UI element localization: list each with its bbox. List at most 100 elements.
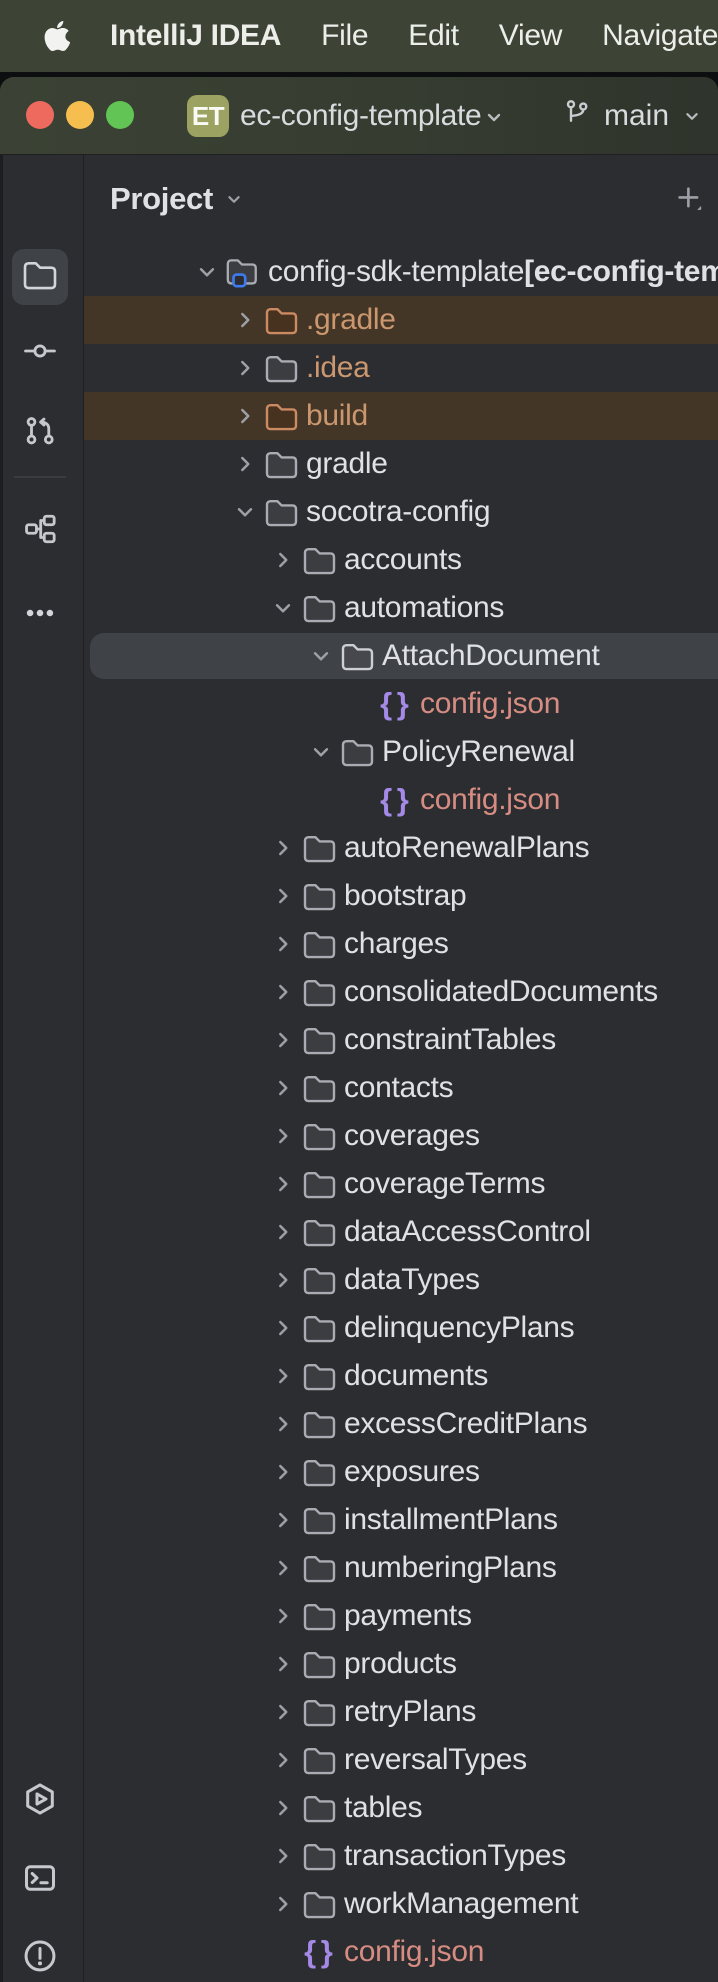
zoom-window-button[interactable] — [106, 101, 134, 129]
menu-item-file[interactable]: File — [321, 19, 368, 53]
chevron-right-icon[interactable] — [264, 1315, 302, 1341]
chevron-right-icon[interactable] — [264, 883, 302, 909]
vcs-branch-widget[interactable]: main — [562, 77, 703, 155]
tree-row-bootstrap[interactable]: bootstrap — [84, 872, 718, 920]
tree-row-datatypes[interactable]: dataTypes — [84, 1256, 718, 1304]
chevron-right-icon[interactable] — [264, 1747, 302, 1773]
chevron-right-icon[interactable] — [264, 1411, 302, 1437]
tree-row-label: documents — [344, 1359, 488, 1393]
chevron-right-icon[interactable] — [264, 547, 302, 573]
pull-requests-tool-button[interactable] — [12, 405, 68, 461]
chevron-right-icon[interactable] — [264, 1795, 302, 1821]
chevron-right-icon[interactable] — [264, 931, 302, 957]
panel-title[interactable]: Project — [110, 181, 213, 217]
chevron-right-icon[interactable] — [264, 1891, 302, 1917]
project-avatar-badge[interactable]: ET — [187, 95, 229, 137]
more-tool-windows-button[interactable] — [12, 587, 68, 643]
tree-row-policyrenewal[interactable]: PolicyRenewal — [84, 728, 718, 776]
tree-row-gradle[interactable]: gradle — [84, 440, 718, 488]
add-icon[interactable] — [674, 183, 704, 218]
chevron-right-icon[interactable] — [264, 1075, 302, 1101]
chevron-right-icon[interactable] — [264, 1555, 302, 1581]
folder-icon — [340, 738, 374, 767]
tree-row-delinquencyplans[interactable]: delinquencyPlans — [84, 1304, 718, 1352]
tree-row-build[interactable]: build — [84, 392, 718, 440]
tree-row-consolidateddocuments[interactable]: consolidatedDocuments — [84, 968, 718, 1016]
chevron-down-icon[interactable] — [223, 188, 245, 215]
tree-row-automations[interactable]: automations — [84, 584, 718, 632]
chevron-right-icon[interactable] — [264, 1219, 302, 1245]
services-tool-button[interactable] — [12, 1773, 68, 1829]
tree-row-workmanagement[interactable]: workManagement — [84, 1880, 718, 1928]
tree-row-dataaccesscontrol[interactable]: dataAccessControl — [84, 1208, 718, 1256]
tree-row-charges[interactable]: charges — [84, 920, 718, 968]
chevron-right-icon[interactable] — [264, 1651, 302, 1677]
chevron-right-icon[interactable] — [264, 1507, 302, 1533]
chevron-right-icon[interactable] — [264, 1843, 302, 1869]
menu-item-intellij-idea[interactable]: IntelliJ IDEA — [110, 19, 281, 53]
chevron-down-icon[interactable] — [226, 499, 264, 525]
project-tool-button[interactable] — [12, 249, 68, 305]
chevron-down-icon[interactable] — [264, 595, 302, 621]
tree-row-attachdocument[interactable]: AttachDocument — [84, 632, 718, 680]
chevron-down-icon[interactable] — [302, 739, 340, 765]
tree-row-label: payments — [344, 1599, 472, 1633]
menu-item-edit[interactable]: Edit — [408, 19, 459, 53]
structure-icon — [23, 512, 57, 551]
tree-row-excesscreditplans[interactable]: excessCreditPlans — [84, 1400, 718, 1448]
tree-row-accounts[interactable]: accounts — [84, 536, 718, 584]
tree-row-numberingplans[interactable]: numberingPlans — [84, 1544, 718, 1592]
chevron-right-icon[interactable] — [264, 1699, 302, 1725]
tree-row-label: workManagement — [344, 1887, 578, 1921]
chevron-right-icon[interactable] — [226, 307, 264, 333]
tree-row-.idea[interactable]: .idea — [84, 344, 718, 392]
tree-row-autorenewalplans[interactable]: autoRenewalPlans — [84, 824, 718, 872]
tree-row-config.json[interactable]: { }config.json — [84, 776, 718, 824]
terminal-tool-button[interactable] — [12, 1852, 68, 1908]
tree-row-constrainttables[interactable]: constraintTables — [84, 1016, 718, 1064]
chevron-right-icon[interactable] — [264, 1459, 302, 1485]
chevron-right-icon[interactable] — [264, 1171, 302, 1197]
tree-row-payments[interactable]: payments — [84, 1592, 718, 1640]
apple-icon[interactable] — [44, 21, 70, 51]
menu-item-navigate[interactable]: Navigate — [602, 19, 718, 53]
chevron-right-icon[interactable] — [226, 451, 264, 477]
tree-row-.gradle[interactable]: .gradle — [84, 296, 718, 344]
tree-row-retryplans[interactable]: retryPlans — [84, 1688, 718, 1736]
close-window-button[interactable] — [26, 101, 54, 129]
tree-row-coverageterms[interactable]: coverageTerms — [84, 1160, 718, 1208]
chevron-right-icon[interactable] — [264, 835, 302, 861]
chevron-right-icon[interactable] — [264, 1027, 302, 1053]
chevron-right-icon[interactable] — [264, 1603, 302, 1629]
chevron-right-icon[interactable] — [264, 1267, 302, 1293]
project-panel-header: Project — [84, 155, 718, 243]
chevron-right-icon[interactable] — [264, 979, 302, 1005]
tree-row-config.json[interactable]: { }config.json — [84, 680, 718, 728]
tree-row-socotra-config[interactable]: socotra-config — [84, 488, 718, 536]
minimize-window-button[interactable] — [66, 101, 94, 129]
tree-row-products[interactable]: products — [84, 1640, 718, 1688]
problems-tool-button[interactable] — [12, 1930, 68, 1982]
tree-row-label: tables — [344, 1791, 422, 1825]
commit-tool-button[interactable] — [12, 325, 68, 381]
chevron-right-icon[interactable] — [226, 403, 264, 429]
tree-row-exposures[interactable]: exposures — [84, 1448, 718, 1496]
chevron-right-icon[interactable] — [264, 1123, 302, 1149]
tree-row-tables[interactable]: tables — [84, 1784, 718, 1832]
folder-icon — [302, 834, 336, 863]
tree-row-config-sdk-template[interactable]: config-sdk-template [ec-config-template] — [84, 248, 718, 296]
tree-row-coverages[interactable]: coverages — [84, 1112, 718, 1160]
tree-row-reversaltypes[interactable]: reversalTypes — [84, 1736, 718, 1784]
tree-row-installmentplans[interactable]: installmentPlans — [84, 1496, 718, 1544]
chevron-right-icon[interactable] — [264, 1363, 302, 1389]
chevron-down-icon[interactable] — [302, 643, 340, 669]
project-widget[interactable]: ec-config-template — [240, 77, 481, 155]
tree-row-transactiontypes[interactable]: transactionTypes — [84, 1832, 718, 1880]
tree-row-documents[interactable]: documents — [84, 1352, 718, 1400]
menu-item-view[interactable]: View — [499, 19, 562, 53]
chevron-right-icon[interactable] — [226, 355, 264, 381]
tree-row-contacts[interactable]: contacts — [84, 1064, 718, 1112]
structure-tool-button[interactable] — [12, 503, 68, 559]
chevron-down-icon[interactable] — [188, 259, 226, 285]
tree-row-config.json[interactable]: { }config.json — [84, 1928, 718, 1976]
